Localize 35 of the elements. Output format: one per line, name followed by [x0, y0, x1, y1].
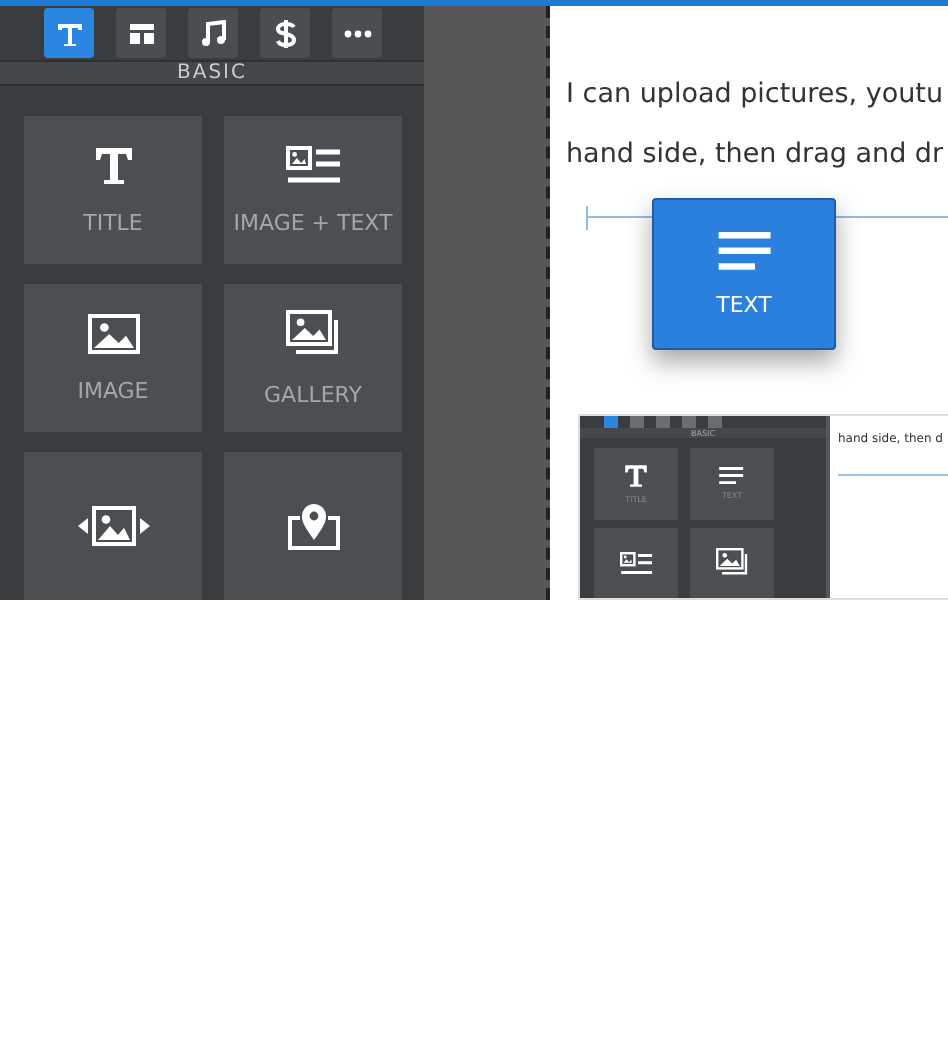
tile-label: IMAGE — [77, 377, 149, 403]
dollar-icon — [273, 17, 297, 49]
tile-label: TITLE — [83, 209, 143, 235]
element-tile[interactable]: TITLE — [24, 116, 202, 264]
title-icon — [624, 463, 648, 488]
image-text-icon — [285, 145, 341, 185]
toolbar-tab[interactable] — [188, 8, 238, 58]
image-icon — [87, 313, 139, 353]
image-text-icon — [619, 551, 653, 576]
text-lines-icon — [715, 230, 773, 272]
music-note-icon — [200, 19, 226, 47]
tile-label: IMAGE + TEXT — [233, 209, 393, 235]
gallery-icon — [285, 309, 341, 357]
element-tile[interactable]: IMAGE — [24, 284, 202, 432]
dragged-tile[interactable]: TEXT — [652, 198, 836, 350]
toolbar-tab[interactable] — [44, 8, 94, 58]
toolbar-tab[interactable] — [332, 8, 382, 58]
body-text: I can upload pictures, youtu — [566, 78, 946, 114]
toolbar-tab[interactable] — [260, 8, 310, 58]
element-tile[interactable]: IMAGE + TEXT — [224, 116, 402, 264]
title-icon — [93, 145, 133, 185]
body-text: hand side, then drag and dr — [566, 137, 946, 174]
layout-icon — [127, 21, 155, 45]
image-slider-icon — [75, 506, 151, 546]
section-header: BASIC — [0, 60, 424, 86]
element-tile[interactable] — [24, 452, 202, 600]
more-icon — [343, 29, 371, 37]
tile-label: GALLERY — [264, 381, 362, 407]
map-pin-icon — [285, 500, 341, 552]
toolbar-tab[interactable] — [116, 8, 166, 58]
element-tile[interactable]: GALLERY — [224, 284, 402, 432]
text-lines-icon — [718, 465, 746, 485]
element-tile[interactable] — [224, 452, 402, 600]
gallery-icon — [715, 548, 749, 578]
text-icon — [55, 19, 83, 47]
